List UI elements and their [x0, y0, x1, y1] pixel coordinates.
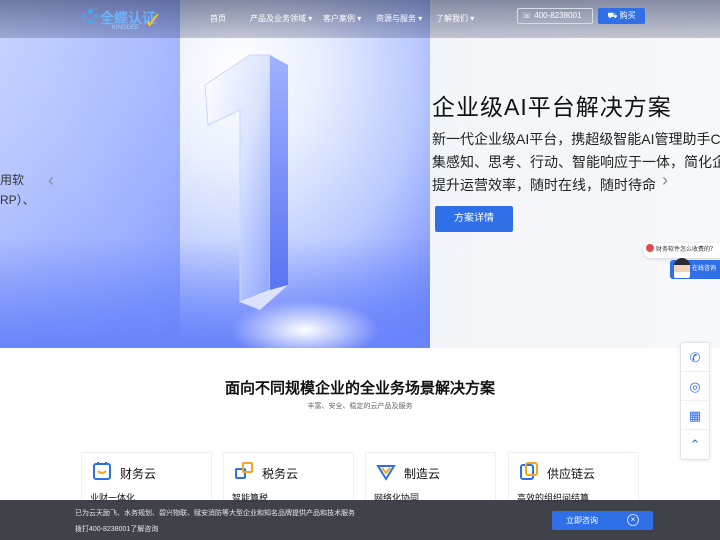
number-one-graphic: [204, 54, 288, 310]
cart-icon: ⛟: [607, 11, 618, 20]
back-to-top-icon[interactable]: ⌃: [681, 430, 709, 459]
nav-home[interactable]: 首页: [210, 13, 226, 24]
hero-visual: [0, 0, 430, 348]
nav-cases[interactable]: 客户案例 ▾: [323, 13, 361, 24]
call-text: 拨打400-8238001了解咨询: [75, 526, 159, 533]
nav-about[interactable]: 了解我们 ▾: [436, 13, 474, 24]
phone-contact[interactable]: ☏ 400-8238001: [517, 8, 593, 24]
chevron-down-icon: ▾: [470, 14, 475, 23]
phone-icon: ☏: [522, 11, 533, 20]
manufacturing-cloud-icon: [376, 465, 396, 481]
section-subtitle: 丰富、安全、稳定的云产品及服务: [307, 403, 413, 410]
hero-banner: 用软 RP）、 企业级AI平台解决方案 新一代企业级AI平台，携超级智能AI管理…: [0, 0, 720, 348]
solution-details-button[interactable]: 方案详情: [435, 206, 513, 232]
chat-bubble-icon: [646, 244, 654, 252]
carousel-prev-icon[interactable]: ‹: [48, 170, 54, 191]
finance-cloud-icon: [93, 462, 111, 480]
clients-text: 已为云天励飞、水务规划、碧兴物联、赋安消防等大型企业和知名品牌提供产品和技术服务: [75, 510, 355, 517]
nav-resources[interactable]: 资源与服务 ▾: [376, 13, 422, 24]
brand-logo[interactable]: 全蝶认证 KINGDEE ✓: [82, 6, 172, 34]
close-icon[interactable]: ×: [627, 514, 639, 526]
chevron-down-icon: ▾: [357, 14, 362, 23]
chevron-down-icon: ▾: [418, 14, 423, 23]
chevron-down-icon: ▾: [308, 14, 313, 23]
hero-title: 企业级AI平台解决方案: [432, 94, 672, 120]
logo-subtext: KINGDEE: [112, 25, 140, 31]
section-title: 面向不同规模企业的全业务场景解决方案: [224, 380, 495, 397]
top-navigation-bar: 全蝶认证 KINGDEE ✓ 首页 产品及业务领域 ▾ 客户案例 ▾ 资源与服务…: [0, 0, 720, 38]
carousel-next-icon[interactable]: ›: [662, 170, 668, 191]
hero-description: 新一代企业级AI平台，携超级智能AI管理助手Co 集感知、思考、行动、智能响应于…: [432, 131, 720, 193]
supply-chain-cloud-icon: [520, 462, 538, 480]
agent-avatar: [674, 258, 690, 278]
buy-button[interactable]: ⛟ 购买: [598, 8, 645, 24]
pricing-question-pill[interactable]: 财务软件怎么收费的？: [643, 243, 720, 258]
phone-icon[interactable]: ✆: [681, 343, 709, 372]
tax-cloud-icon: [235, 462, 253, 479]
checkmark-icon: ✓: [144, 8, 163, 33]
hero-prev-slide-text: 用软 RP）、: [0, 173, 35, 207]
online-consult-button[interactable]: 在线咨询: [670, 258, 720, 279]
nav-products[interactable]: 产品及业务领域 ▾: [250, 13, 312, 24]
